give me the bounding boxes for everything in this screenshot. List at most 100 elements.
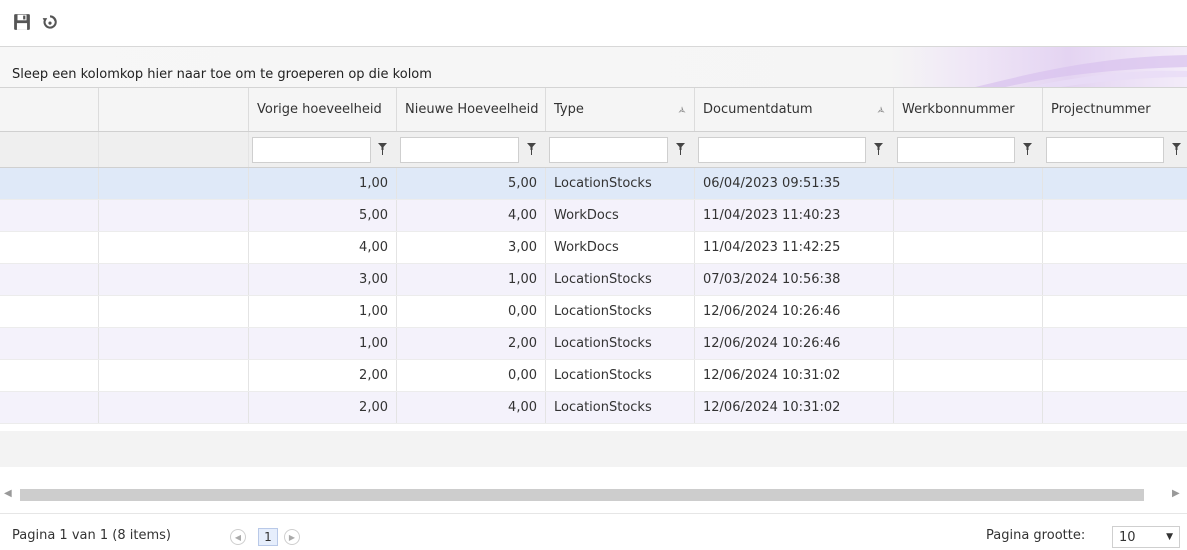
filter-input-documentdatum[interactable] bbox=[698, 137, 866, 163]
cell-documentdatum: 12/06/2024 10:26:46 bbox=[695, 328, 894, 359]
cell-empty bbox=[99, 264, 249, 295]
table-row[interactable]: 1,00 5,00 LocationStocks 06/04/2023 09:51:3… bbox=[0, 168, 1187, 200]
scroll-left-icon[interactable]: ◀ bbox=[4, 488, 12, 499]
filter-input-vorige-hoeveelheid[interactable] bbox=[252, 137, 371, 163]
filter-input-type[interactable] bbox=[549, 137, 668, 163]
cell-projectnummer bbox=[1043, 360, 1187, 391]
refresh-button[interactable] bbox=[40, 12, 60, 32]
cell-projectnummer bbox=[1043, 328, 1187, 359]
cell-empty bbox=[0, 296, 99, 327]
pager: Pagina 1 van 1 (8 items) ◀ 1 ▶ Pagina gr… bbox=[0, 513, 1187, 550]
cell-documentdatum: 11/04/2023 11:42:25 bbox=[695, 232, 894, 263]
cell-projectnummer bbox=[1043, 232, 1187, 263]
cell-projectnummer bbox=[1043, 168, 1187, 199]
decorative-swoosh bbox=[975, 55, 1187, 87]
cell-documentdatum: 11/04/2023 11:40:23 bbox=[695, 200, 894, 231]
cell-nieuwe-hoeveelheid: 4,00 bbox=[397, 200, 546, 231]
page-number-button[interactable]: 1 bbox=[258, 528, 278, 546]
horizontal-scrollbar[interactable]: ◀ ▶ bbox=[0, 486, 1187, 504]
cell-type: WorkDocs bbox=[546, 232, 695, 263]
prev-page-icon[interactable]: ◀ bbox=[230, 529, 246, 545]
filter-input-nieuwe-hoeveelheid[interactable] bbox=[400, 137, 519, 163]
column-header-nieuwe-hoeveelheid[interactable]: Nieuwe Hoeveelheid bbox=[397, 88, 546, 131]
toolbar bbox=[0, 0, 1187, 46]
column-header-1[interactable] bbox=[0, 88, 99, 131]
scroll-right-icon[interactable]: ▶ bbox=[1172, 488, 1180, 499]
group-panel-text: Sleep een kolomkop hier naar toe om te g… bbox=[12, 67, 432, 82]
cell-documentdatum: 07/03/2024 10:56:38 bbox=[695, 264, 894, 295]
data-grid: Vorige hoeveelheid Nieuwe Hoeveelheid Ty… bbox=[0, 88, 1187, 424]
filter-icon[interactable] bbox=[525, 141, 537, 157]
filter-input-werkbonnummer[interactable] bbox=[897, 137, 1015, 163]
filter-cell-empty bbox=[99, 132, 249, 167]
header-row: Vorige hoeveelheid Nieuwe Hoeveelheid Ty… bbox=[0, 88, 1187, 132]
table-row[interactable]: 1,00 0,00 LocationStocks 12/06/2024 10:26:4… bbox=[0, 296, 1187, 328]
filter-icon[interactable]: 🟃 bbox=[877, 103, 885, 118]
table-row[interactable]: 1,00 2,00 LocationStocks 12/06/2024 10:26:4… bbox=[0, 328, 1187, 360]
cell-nieuwe-hoeveelheid: 0,00 bbox=[397, 296, 546, 327]
cell-werkbonnummer bbox=[894, 200, 1043, 231]
cell-werkbonnummer bbox=[894, 392, 1043, 423]
filter-icon[interactable] bbox=[376, 141, 388, 157]
cell-werkbonnummer bbox=[894, 328, 1043, 359]
scrollbar-thumb[interactable] bbox=[20, 489, 1144, 501]
cell-empty bbox=[0, 168, 99, 199]
filter-input-projectnummer[interactable] bbox=[1046, 137, 1164, 163]
column-header-documentdatum[interactable]: Documentdatum 🟃 bbox=[695, 88, 894, 131]
column-header-2[interactable] bbox=[99, 88, 249, 131]
save-button[interactable] bbox=[12, 12, 32, 32]
cell-type: LocationStocks bbox=[546, 296, 695, 327]
column-header-werkbonnummer[interactable]: Werkbonnummer bbox=[894, 88, 1043, 131]
cell-empty bbox=[0, 360, 99, 391]
table-row[interactable]: 2,00 0,00 LocationStocks 12/06/2024 10:31:0… bbox=[0, 360, 1187, 392]
page-size-select[interactable]: 10 ▼ bbox=[1112, 526, 1180, 548]
table-row[interactable]: 5,00 4,00 WorkDocs 11/04/2023 11:40:23 bbox=[0, 200, 1187, 232]
column-header-type[interactable]: Type 🟃 bbox=[546, 88, 695, 131]
filter-icon[interactable] bbox=[1170, 141, 1182, 157]
filter-icon[interactable] bbox=[872, 141, 884, 157]
refresh-icon bbox=[42, 15, 57, 29]
save-icon bbox=[14, 14, 30, 30]
cell-vorige-hoeveelheid: 2,00 bbox=[249, 360, 397, 391]
cell-projectnummer bbox=[1043, 392, 1187, 423]
pager-info: Pagina 1 van 1 (8 items) bbox=[12, 528, 171, 543]
cell-type: WorkDocs bbox=[546, 200, 695, 231]
cell-projectnummer bbox=[1043, 264, 1187, 295]
next-page-icon[interactable]: ▶ bbox=[284, 529, 300, 545]
grid-body: 1,00 5,00 LocationStocks 06/04/2023 09:51:3… bbox=[0, 168, 1187, 424]
cell-werkbonnummer bbox=[894, 360, 1043, 391]
column-header-projectnummer[interactable]: Projectnummer bbox=[1043, 88, 1187, 131]
page-size-label: Pagina grootte: bbox=[986, 528, 1086, 543]
filter-icon[interactable] bbox=[1021, 141, 1033, 157]
cell-werkbonnummer bbox=[894, 296, 1043, 327]
cell-empty bbox=[99, 168, 249, 199]
cell-nieuwe-hoeveelheid: 4,00 bbox=[397, 392, 546, 423]
cell-type: LocationStocks bbox=[546, 328, 695, 359]
cell-vorige-hoeveelheid: 3,00 bbox=[249, 264, 397, 295]
cell-nieuwe-hoeveelheid: 2,00 bbox=[397, 328, 546, 359]
table-row[interactable]: 3,00 1,00 LocationStocks 07/03/2024 10:56:3… bbox=[0, 264, 1187, 296]
table-row[interactable]: 2,00 4,00 LocationStocks 12/06/2024 10:31:0… bbox=[0, 392, 1187, 424]
filter-cell-empty bbox=[0, 132, 99, 167]
group-by-panel[interactable]: Sleep een kolomkop hier naar toe om te g… bbox=[0, 46, 1187, 88]
cell-vorige-hoeveelheid: 2,00 bbox=[249, 392, 397, 423]
filter-icon[interactable] bbox=[674, 141, 686, 157]
cell-type: LocationStocks bbox=[546, 392, 695, 423]
cell-empty bbox=[99, 296, 249, 327]
filter-icon[interactable]: 🟃 bbox=[678, 103, 686, 118]
cell-empty bbox=[99, 200, 249, 231]
column-header-vorige-hoeveelheid[interactable]: Vorige hoeveelheid bbox=[249, 88, 397, 131]
table-row[interactable]: 4,00 3,00 WorkDocs 11/04/2023 11:42:25 bbox=[0, 232, 1187, 264]
cell-empty bbox=[0, 232, 99, 263]
cell-documentdatum: 06/04/2023 09:51:35 bbox=[695, 168, 894, 199]
cell-type: LocationStocks bbox=[546, 168, 695, 199]
cell-vorige-hoeveelheid: 1,00 bbox=[249, 296, 397, 327]
cell-projectnummer bbox=[1043, 296, 1187, 327]
cell-nieuwe-hoeveelheid: 5,00 bbox=[397, 168, 546, 199]
cell-werkbonnummer bbox=[894, 168, 1043, 199]
cell-empty bbox=[0, 200, 99, 231]
cell-type: LocationStocks bbox=[546, 360, 695, 391]
cell-empty bbox=[0, 328, 99, 359]
cell-empty bbox=[99, 360, 249, 391]
cell-documentdatum: 12/06/2024 10:26:46 bbox=[695, 296, 894, 327]
